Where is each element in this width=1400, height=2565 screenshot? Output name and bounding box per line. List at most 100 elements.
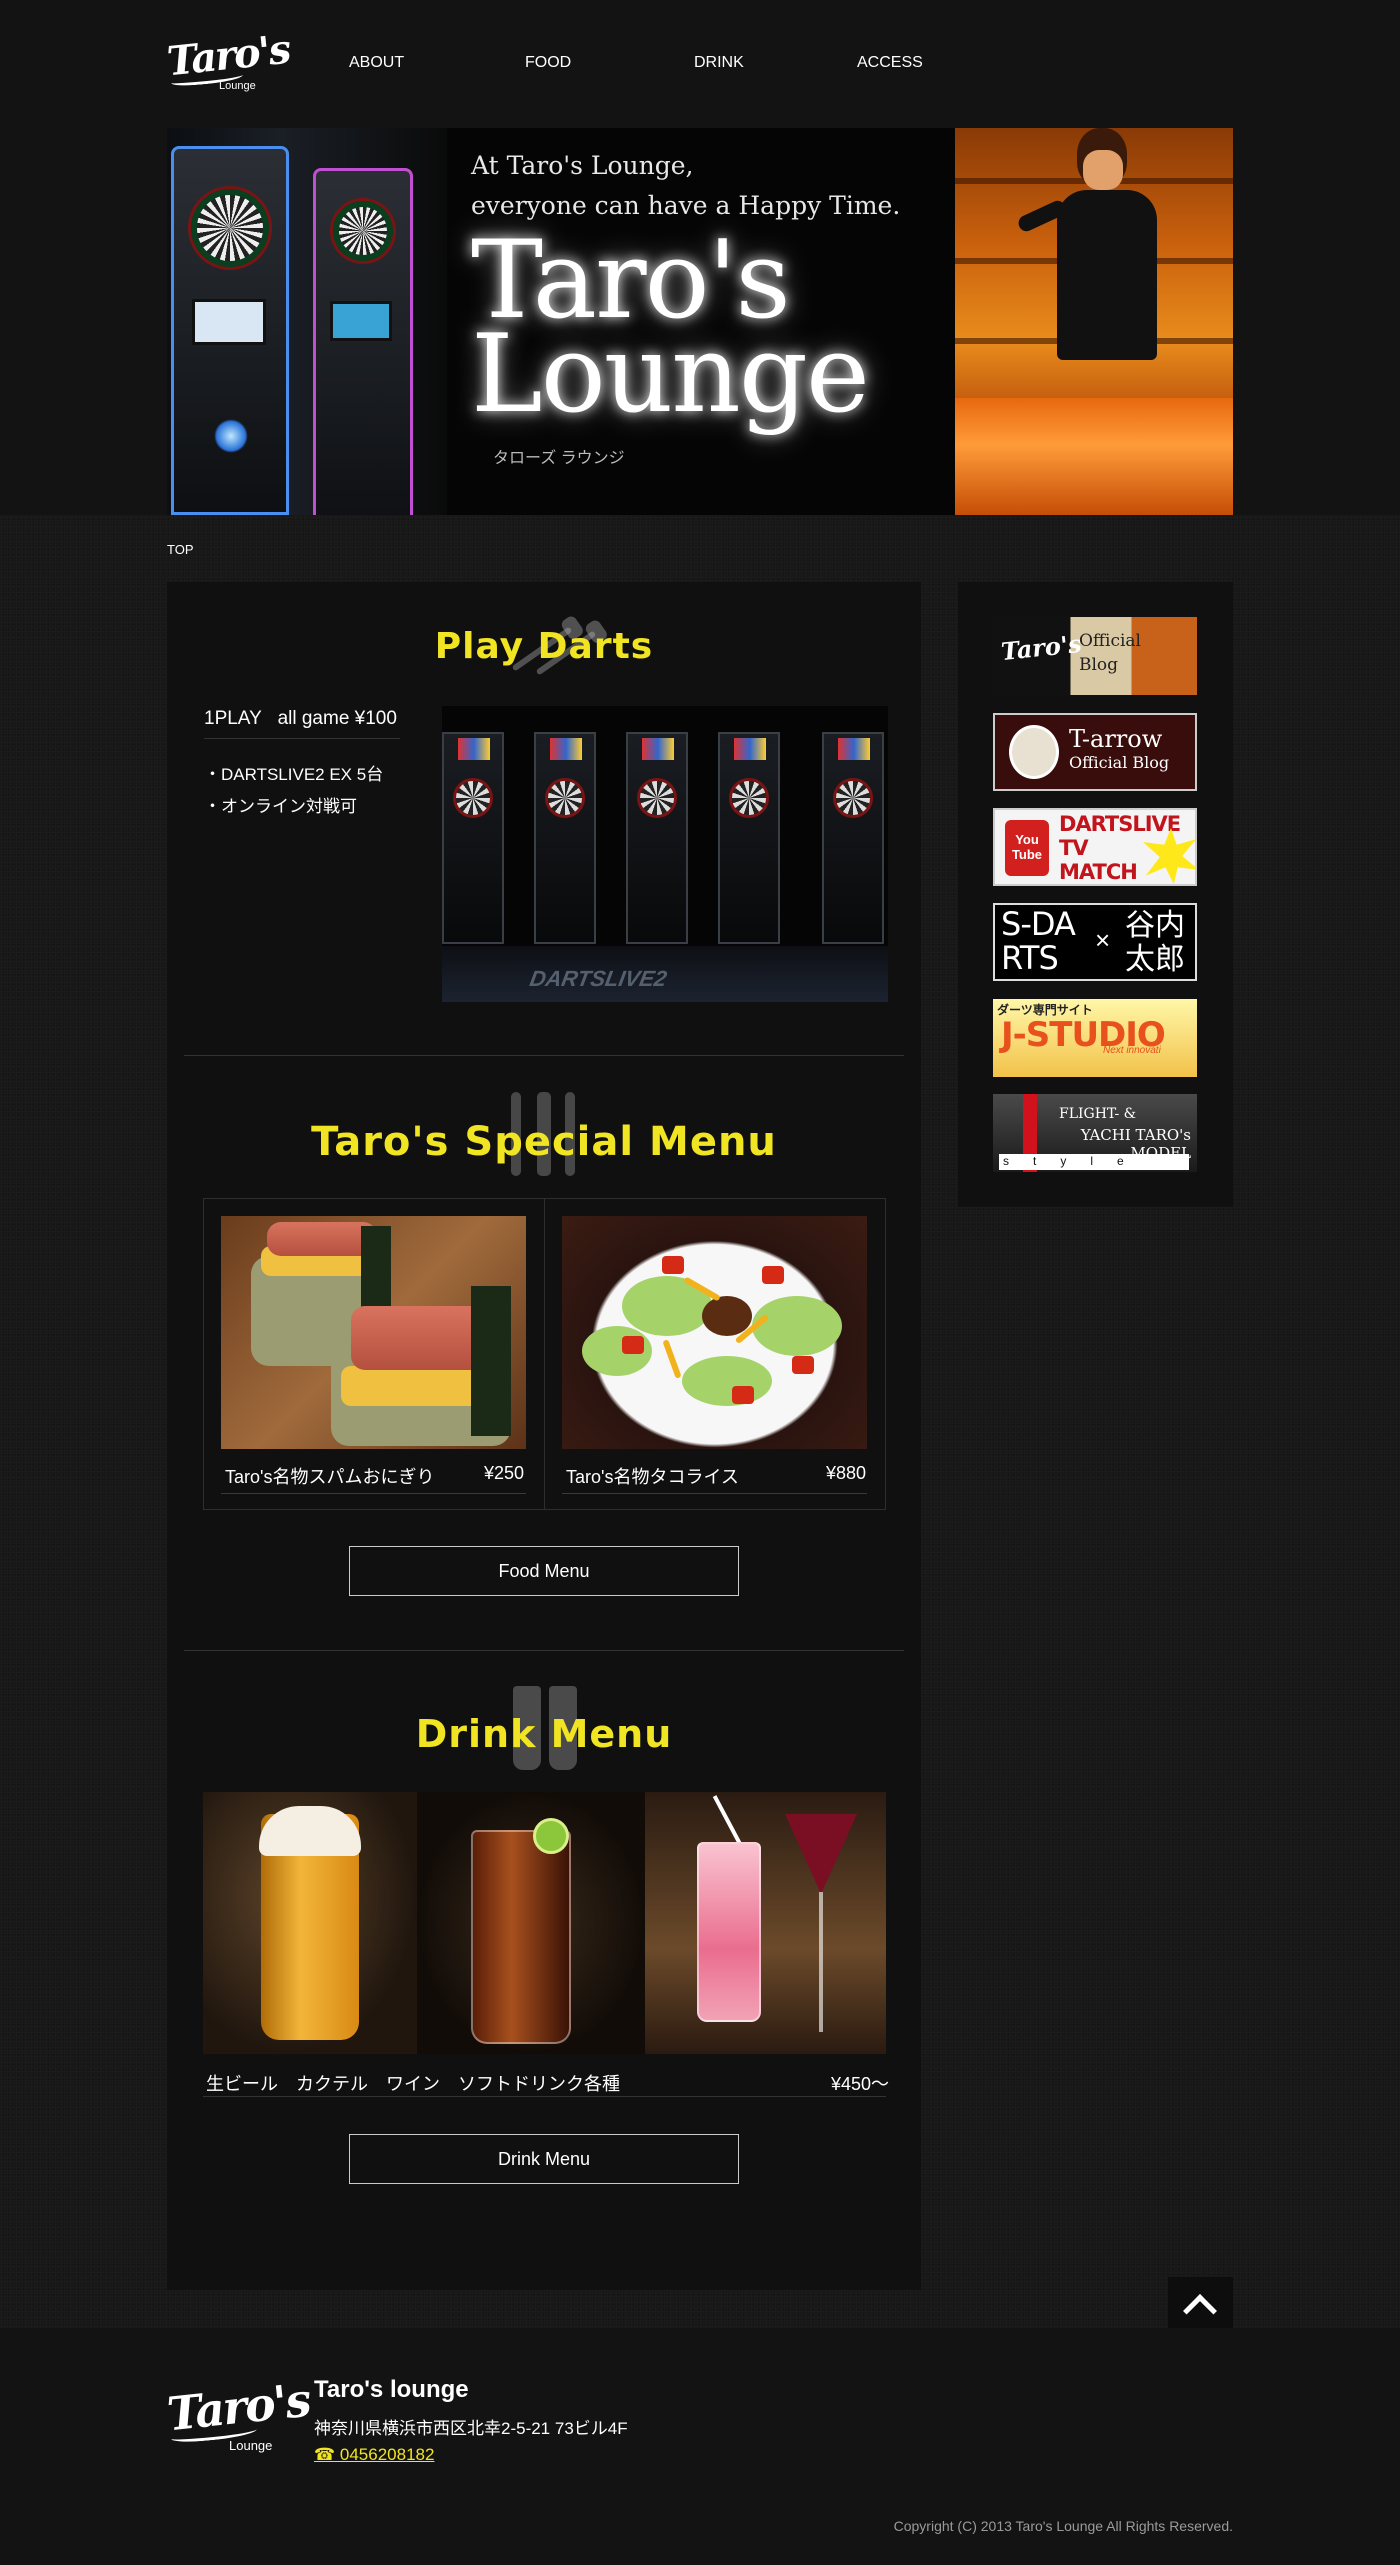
tomato: [732, 1386, 754, 1404]
drink-price: ¥450〜: [830, 2074, 889, 2094]
tomato: [792, 1356, 814, 1374]
cheese: [662, 1339, 682, 1379]
food-menu-button[interactable]: Food Menu: [349, 1546, 739, 1596]
lettuce: [752, 1296, 842, 1356]
site-header: Taro's Lounge ABOUT FOOD DRINK ACCESS: [165, 26, 1233, 98]
footer-copyright: Copyright (C) 2013 Taro's Lounge All Rig…: [893, 2518, 1233, 2534]
highball-glass: [471, 1830, 571, 2044]
banner-subtitle: Official Blog: [1069, 753, 1170, 772]
machine-screen: [734, 738, 766, 760]
food-underline: [221, 1493, 526, 1494]
bartender: [1015, 128, 1167, 428]
pink-cocktail-photo: [645, 1792, 886, 2054]
martini-stem: [819, 1892, 823, 2032]
machine-screen: [458, 738, 490, 760]
dartslive-tv-banner[interactable]: You Tube DARTSLIVE TV MATCH: [993, 808, 1197, 886]
banner-title: T-arrow: [1069, 725, 1163, 753]
logo-subtext: Lounge: [229, 2438, 273, 2453]
food-card[interactable]: Taro's名物タコライス ¥880: [545, 1199, 886, 1509]
t-arrow-blog-banner[interactable]: T-arrow Official Blog: [993, 713, 1197, 791]
nav-about[interactable]: ABOUT: [349, 54, 404, 72]
section-divider: [184, 1650, 904, 1651]
banner-subtitle: Next innovati: [1103, 1045, 1161, 1056]
darts-feature: ・オンライン対戦可: [204, 797, 357, 816]
drink-menu-button[interactable]: Drink Menu: [349, 2134, 739, 2184]
main-content: Play Darts 1PLAY all game ¥100 ・DARTSLIV…: [167, 582, 921, 2290]
official-blog-banner[interactable]: Taro's Official Blog: [993, 617, 1197, 695]
bartender-face: [1083, 150, 1123, 190]
dartboard: [333, 201, 393, 261]
banner-brand: S-DA RTS: [1001, 905, 1076, 977]
bartender-body: [1057, 190, 1157, 360]
dart-machine: [822, 732, 884, 944]
dart-machine: [626, 732, 688, 944]
bar-counter: [955, 398, 1233, 515]
site-logo[interactable]: Taro's Lounge: [165, 26, 292, 92]
sidebar: Taro's Official Blog T-arrow Official Bl…: [958, 582, 1233, 1207]
banner-text: T-arrow Official Blog: [1069, 725, 1189, 773]
dartboard: [453, 778, 493, 818]
food-name: Taro's名物スパムおにぎり: [225, 1467, 435, 1487]
machine-screen: [550, 738, 582, 760]
banner-text: DARTSLIVE TV MATCH: [1059, 812, 1181, 884]
dart-machine: [313, 168, 413, 515]
food-card[interactable]: Taro's名物スパムおにぎり ¥250: [204, 1199, 545, 1509]
dartboard: [833, 778, 873, 818]
back-to-top-button[interactable]: [1168, 2277, 1233, 2335]
tomato: [622, 1336, 644, 1354]
food-price: ¥880: [825, 1463, 866, 1483]
nori-strip: [471, 1286, 511, 1436]
special-menu-grid: Taro's名物スパムおにぎり ¥250 Taro's名物タコライス ¥880: [203, 1198, 886, 1510]
banner-style-word: style: [999, 1154, 1189, 1170]
drink-underline: [203, 2096, 886, 2097]
food-name: Taro's名物タコライス: [566, 1467, 739, 1487]
hero-banner: At Taro's Lounge, everyone can have a Ha…: [167, 128, 1233, 515]
nav-access[interactable]: ACCESS: [857, 54, 923, 72]
machine-light: [214, 419, 248, 453]
hero-tagline: At Taro's Lounge, everyone can have a Ha…: [471, 146, 911, 226]
food-price: ¥250: [483, 1463, 524, 1483]
footer-logo[interactable]: Taro's Lounge: [165, 2373, 312, 2453]
flight-style-banner[interactable]: FLIGHT- & YACHI TARO's MODEL style: [993, 1094, 1197, 1172]
youtube-icon: You Tube: [1005, 820, 1049, 876]
pink-glass: [697, 1842, 761, 2022]
dart-machine: [534, 732, 596, 944]
martini-glass: [785, 1814, 857, 1894]
hero-dart-machines-photo: [167, 128, 447, 515]
beer-photo: [203, 1792, 417, 2054]
darts-machines-photo: DARTSLIVE2: [442, 706, 888, 1002]
nav-food[interactable]: FOOD: [525, 54, 571, 72]
starburst-icon: [1143, 828, 1195, 884]
chevron-up-icon: [1183, 2294, 1217, 2328]
hero-bartender-photo: [955, 128, 1233, 515]
darts-section-title: Play Darts: [434, 626, 654, 667]
dartboard: [545, 778, 585, 818]
drinks-photo: [203, 1792, 886, 2054]
drink-menu-title: Drink Menu: [415, 1712, 673, 1756]
dartboard: [729, 778, 769, 818]
tomato: [762, 1266, 784, 1284]
banner-cross: ×: [1095, 925, 1111, 955]
character-face-icon: [1009, 725, 1059, 779]
lettuce: [682, 1356, 772, 1406]
tomato: [662, 1256, 684, 1274]
hero-title-line-2: Lounge: [471, 312, 870, 437]
machine-screen: [192, 299, 266, 345]
footer-phone-link[interactable]: ☎ 0456208182: [314, 2445, 434, 2465]
banner-text: Official Blog: [1079, 631, 1141, 675]
hero-kana: タローズ ラウンジ: [493, 450, 625, 467]
dart-machine: [718, 732, 780, 944]
section-divider: [184, 1055, 904, 1056]
machine-screen: [642, 738, 674, 760]
darts-feature: ・DARTSLIVE2 EX 5台: [204, 765, 384, 784]
breadcrumb[interactable]: TOP: [167, 542, 194, 557]
hero-text-panel: At Taro's Lounge, everyone can have a Ha…: [447, 128, 955, 515]
spam-onigiri-photo: [221, 1216, 526, 1449]
s-darts-banner[interactable]: S-DA RTS × 谷内 太郎: [993, 903, 1197, 981]
food-underline: [562, 1493, 867, 1494]
machine-screen: [838, 738, 870, 760]
j-studio-banner[interactable]: ダーツ専門サイト J-STUDIO Next innovati: [993, 999, 1197, 1077]
nav-drink[interactable]: DRINK: [694, 54, 744, 72]
hero-tagline-line-1: At Taro's Lounge,: [471, 151, 694, 180]
hero-title: Taro's Lounge: [471, 227, 870, 437]
